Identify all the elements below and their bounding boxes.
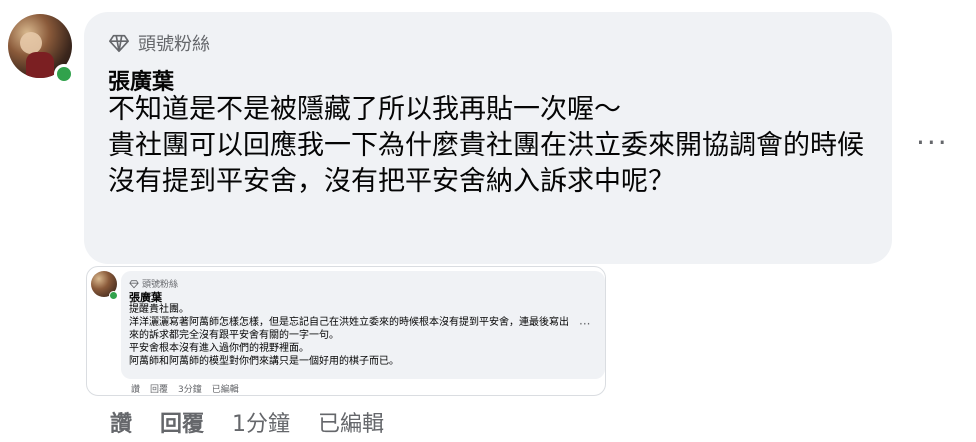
shared-comment-actions: 讚 回覆 3分鐘 已編輯 — [131, 382, 239, 395]
shared-reply-label: 回覆 — [150, 385, 169, 395]
like-button[interactable]: 讚 — [110, 406, 132, 438]
shared-edited-label: 已編輯 — [211, 385, 239, 395]
shared-more-options-icon: ··· — [579, 317, 591, 331]
top-fan-badge-label: 頭號粉絲 — [138, 34, 210, 55]
diamond-icon — [109, 34, 129, 53]
shared-timestamp: 3分鐘 — [178, 385, 202, 395]
shared-online-status-dot — [109, 291, 118, 300]
comment-timestamp[interactable]: 1分鐘 — [232, 406, 290, 438]
online-status-dot — [54, 64, 74, 84]
comment-text: 不知道是不是被隱藏了所以我再貼一次喔～ 貴社團可以回應我一下為什麼貴社團在洪立委… — [108, 94, 864, 197]
edited-label[interactable]: 已編輯 — [318, 406, 384, 438]
shared-comment-text: 提醒貴社團。 洋洋灑灑寫著阿萬師怎樣怎樣，但是忘記自己在洪姓立委來的時候根本沒有… — [129, 304, 569, 367]
reply-button[interactable]: 回覆 — [160, 406, 204, 438]
shared-like-label: 讚 — [131, 385, 141, 395]
top-fan-badge[interactable]: 頭號粉絲 — [108, 30, 210, 56]
more-options-button[interactable]: ··· — [916, 126, 949, 159]
comment-actions: 讚 回覆 1分鐘 已編輯 — [110, 406, 384, 438]
shared-comment-preview[interactable]: 頭號粉絲 張廣葉 提醒貴社團。 洋洋灑灑寫著阿萬師怎樣怎樣，但是忘記自己在洪姓立… — [86, 266, 606, 396]
diamond-icon — [129, 279, 139, 288]
